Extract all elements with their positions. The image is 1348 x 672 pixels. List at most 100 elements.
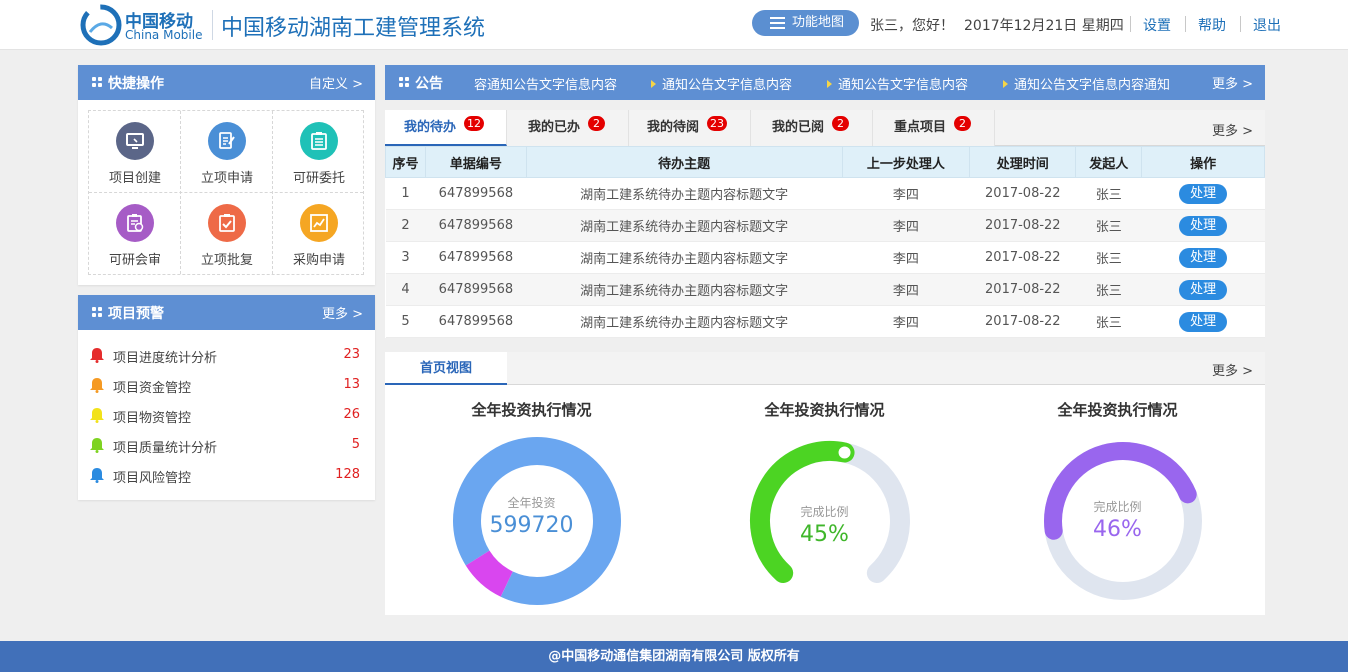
chart-center-label: 全年投资 bbox=[507, 496, 556, 510]
document-number: 647899568 bbox=[425, 305, 527, 338]
home-view-more-link[interactable]: 更多 > bbox=[1212, 360, 1253, 379]
logo-divider bbox=[212, 10, 213, 40]
document-number: 647899568 bbox=[425, 209, 527, 242]
current-date: 2017年12月21日 星期四 bbox=[964, 18, 1124, 34]
handle-time: 2017-08-22 bbox=[969, 241, 1076, 274]
previous-handler: 李四 bbox=[842, 305, 970, 338]
chart-center-label: 完成比例 bbox=[800, 505, 849, 519]
notice-more-link[interactable]: 更多 > bbox=[1212, 73, 1253, 92]
warning-item-count: 13 bbox=[343, 377, 360, 392]
tab-my-done[interactable]: 我的已办 2 bbox=[507, 110, 629, 146]
notice-item[interactable]: 容通知公告文字信息内容 bbox=[474, 74, 617, 93]
initiator: 张三 bbox=[1075, 177, 1142, 210]
warning-item[interactable]: 项目物资管控 26 bbox=[90, 405, 360, 427]
menu-list-icon bbox=[770, 17, 785, 29]
todo-subject[interactable]: 湖南工建系统待办主题内容标题文字 bbox=[526, 241, 843, 274]
initiator: 张三 bbox=[1075, 209, 1142, 242]
warning-item-label: 项目资金管控 bbox=[113, 381, 192, 396]
warning-item[interactable]: 项目资金管控 13 bbox=[90, 375, 360, 397]
project-warning-title: 项目预警 bbox=[108, 306, 164, 322]
initiator: 张三 bbox=[1075, 273, 1142, 306]
todo-table: 序号 单据编号 待办主题 上一步处理人 处理时间 发起人 操作 1 647899… bbox=[385, 146, 1265, 338]
handle-button[interactable]: 处理 bbox=[1179, 215, 1228, 236]
warning-item[interactable]: 项目进度统计分析 23 bbox=[90, 345, 360, 367]
logout-link[interactable]: 退出 bbox=[1253, 15, 1281, 35]
todo-subject[interactable]: 湖南工建系统待办主题内容标题文字 bbox=[526, 209, 843, 242]
handle-button[interactable]: 处理 bbox=[1179, 247, 1228, 268]
quick-operations-grid: 项目创建 立项申请 可研委托 可研会审 立项批复 采购申请 bbox=[88, 110, 364, 275]
notice-item[interactable]: 通知公告文字信息内容 bbox=[651, 74, 792, 93]
function-map-button[interactable]: 功能地图 bbox=[752, 10, 859, 36]
quick-item-purchase-apply[interactable]: 采购申请 bbox=[273, 193, 365, 275]
edit-document-icon bbox=[208, 122, 246, 160]
previous-handler: 李四 bbox=[842, 273, 970, 306]
grid-icon bbox=[92, 77, 103, 88]
notice-item[interactable]: 通知公告文字信息内容 bbox=[827, 74, 968, 93]
bell-icon bbox=[90, 468, 104, 483]
notice-bar: 公告 容通知公告文字信息内容 通知公告文字信息内容 通知公告文字信息内容 通知公… bbox=[385, 65, 1265, 100]
key-projects-count-badge: 2 bbox=[954, 116, 971, 131]
project-warning-panel: 项目预警 更多 > 项目进度统计分析 23 项目资金管控 13 项目物资管控 2… bbox=[78, 295, 375, 500]
notice-item[interactable]: 通知公告文字信息内容通知 bbox=[1003, 74, 1170, 93]
table-row: 5 647899568 湖南工建系统待办主题内容标题文字 李四 2017-08-… bbox=[385, 305, 1265, 338]
home-view-tabs: 首页视图 更多 > bbox=[385, 352, 1265, 385]
warning-item[interactable]: 项目风险管控 128 bbox=[90, 465, 360, 487]
todo-subject[interactable]: 湖南工建系统待办主题内容标题文字 bbox=[526, 305, 843, 338]
gauge-knob bbox=[838, 446, 851, 459]
tab-my-todo[interactable]: 我的待办 12 bbox=[385, 110, 507, 146]
tab-my-read[interactable]: 我的已阅 2 bbox=[751, 110, 873, 146]
document-number: 647899568 bbox=[425, 241, 527, 274]
todo-subject[interactable]: 湖南工建系统待办主题内容标题文字 bbox=[526, 177, 843, 210]
chart-title: 全年投资执行情况 bbox=[764, 401, 885, 419]
to-read-count-badge: 23 bbox=[707, 116, 727, 131]
warning-item-count: 128 bbox=[335, 467, 360, 482]
warning-item-label: 项目物资管控 bbox=[113, 411, 192, 426]
chart-title: 全年投资执行情况 bbox=[471, 401, 592, 419]
warning-item[interactable]: 项目质量统计分析 5 bbox=[90, 435, 360, 457]
help-link[interactable]: 帮助 bbox=[1198, 15, 1226, 35]
column-header: 单据编号 bbox=[424, 146, 527, 178]
todo-subject[interactable]: 湖南工建系统待办主题内容标题文字 bbox=[526, 273, 843, 306]
read-count-badge: 2 bbox=[832, 116, 849, 131]
column-header: 上一步处理人 bbox=[841, 146, 971, 178]
row-index: 3 bbox=[385, 241, 426, 274]
quick-item-project-apply[interactable]: 立项申请 bbox=[181, 111, 273, 193]
china-mobile-logo[interactable]: 中国移动 China Mobile bbox=[80, 4, 210, 46]
column-header: 操作 bbox=[1141, 146, 1265, 178]
quick-item-project-create[interactable]: 项目创建 bbox=[89, 111, 181, 193]
warning-item-label: 项目风险管控 bbox=[113, 471, 192, 486]
chart-center-value: 599720 bbox=[489, 513, 574, 538]
handle-button[interactable]: 处理 bbox=[1179, 279, 1228, 300]
table-row: 2 647899568 湖南工建系统待办主题内容标题文字 李四 2017-08-… bbox=[385, 209, 1265, 242]
table-header-row: 序号 单据编号 待办主题 上一步处理人 处理时间 发起人 操作 bbox=[385, 146, 1265, 178]
footer-copyright: @中国移动通信集团湖南有限公司 版权所有 bbox=[0, 641, 1348, 672]
quick-item-project-approval[interactable]: 立项批复 bbox=[181, 193, 273, 275]
quick-item-feasibility-review[interactable]: 可研会审 bbox=[89, 193, 181, 275]
table-row: 3 647899568 湖南工建系统待办主题内容标题文字 李四 2017-08-… bbox=[385, 241, 1265, 274]
row-index: 1 bbox=[385, 177, 426, 210]
customize-link[interactable]: 自定义 > bbox=[309, 73, 363, 92]
donut-chart-completion-1: 全年投资执行情况 完成比例 45% bbox=[678, 385, 971, 615]
bell-icon bbox=[90, 378, 104, 393]
warning-more-link[interactable]: 更多 > bbox=[322, 303, 363, 322]
header-divider bbox=[1240, 16, 1241, 32]
handle-button[interactable]: 处理 bbox=[1179, 183, 1228, 204]
todo-more-link[interactable]: 更多 > bbox=[1212, 120, 1253, 139]
warning-item-count: 5 bbox=[351, 437, 360, 452]
handle-button[interactable]: 处理 bbox=[1179, 311, 1228, 332]
settings-link[interactable]: 设置 bbox=[1143, 15, 1171, 35]
triangle-bullet-icon bbox=[1003, 80, 1008, 88]
column-header: 发起人 bbox=[1075, 146, 1143, 178]
tab-my-to-read[interactable]: 我的待阅 23 bbox=[629, 110, 751, 146]
warning-item-count: 23 bbox=[343, 347, 360, 362]
handle-time: 2017-08-22 bbox=[969, 305, 1076, 338]
quick-operations-panel: 快捷操作 自定义 > 项目创建 立项申请 可研委托 可研会审 立项批复 采购申请 bbox=[78, 65, 375, 285]
quick-item-feasibility-entrust[interactable]: 可研委托 bbox=[273, 111, 365, 193]
done-count-badge: 2 bbox=[588, 116, 605, 131]
chart-center-label: 完成比例 bbox=[1093, 500, 1142, 514]
system-title: 中国移动湖南工建管理系统 bbox=[221, 16, 486, 41]
chart-center-value: 46% bbox=[1093, 517, 1142, 542]
row-index: 2 bbox=[385, 209, 426, 242]
tab-home-view[interactable]: 首页视图 bbox=[385, 352, 507, 385]
tab-key-projects[interactable]: 重点项目 2 bbox=[873, 110, 995, 146]
